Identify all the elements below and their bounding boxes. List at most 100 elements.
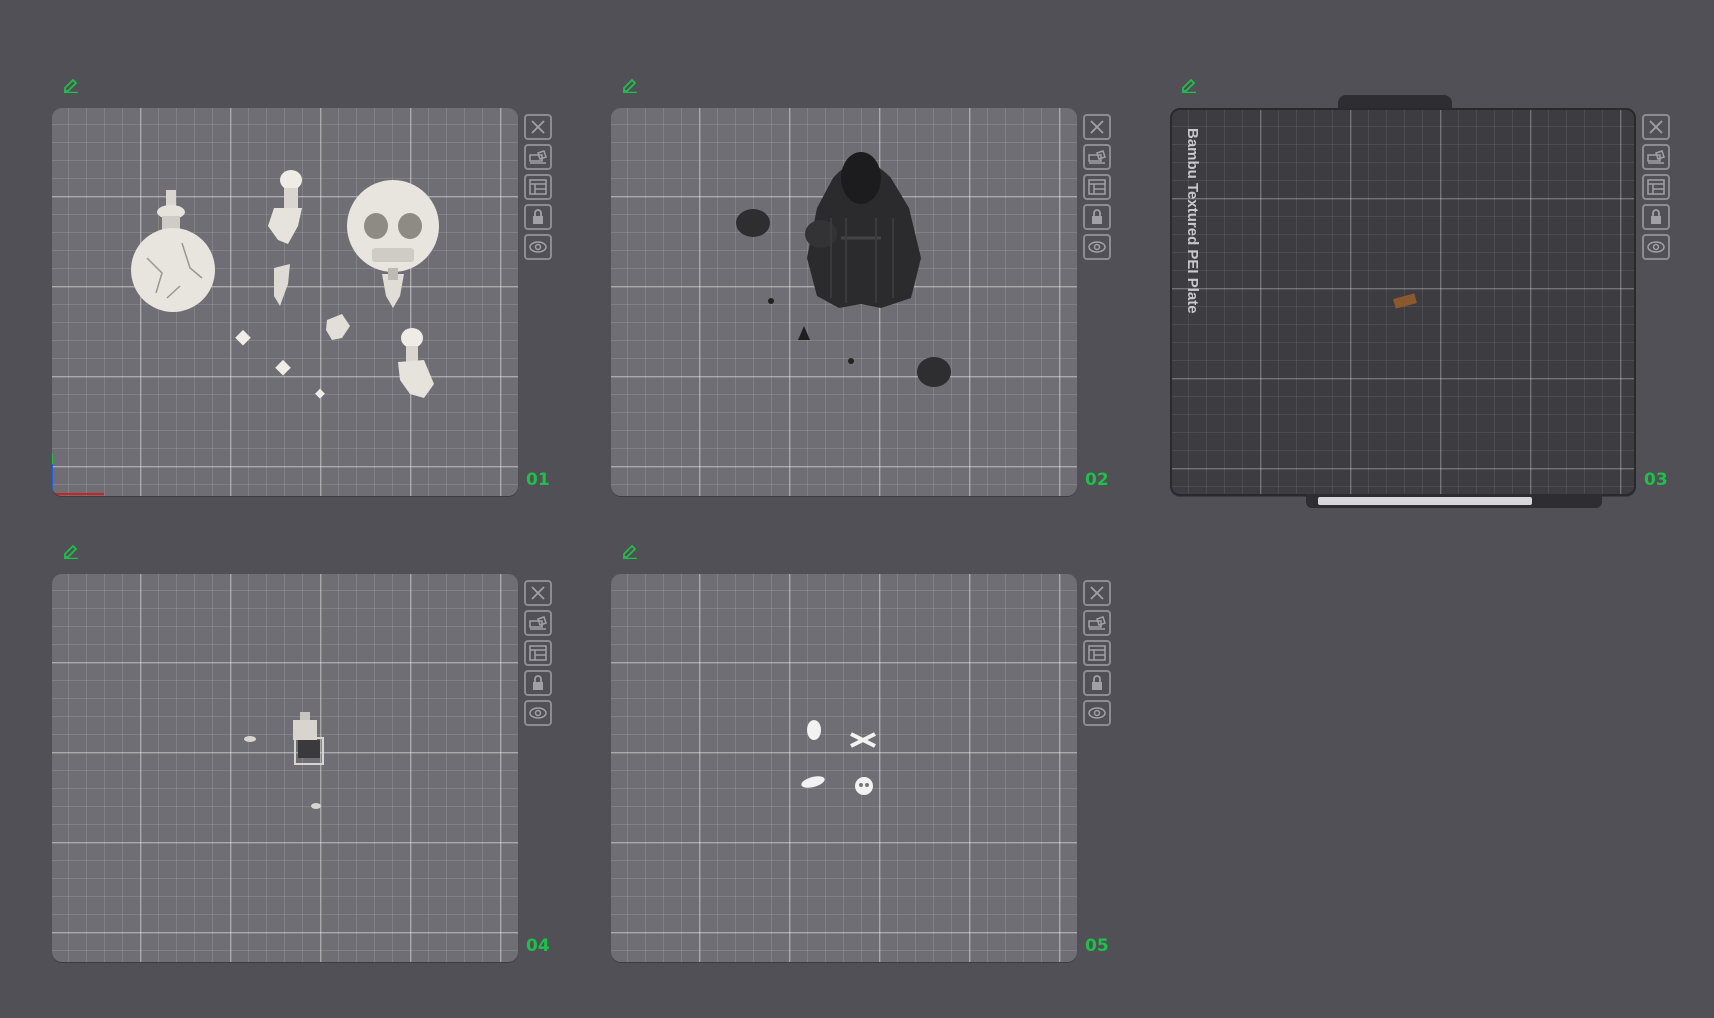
model-box[interactable] [293,712,324,765]
arrange-icon [529,645,547,661]
orient-icon [529,150,547,164]
lock-button[interactable] [524,670,552,696]
model-cuff-1[interactable] [736,209,770,237]
arrange-icon [529,179,547,195]
model-block[interactable] [1393,293,1417,309]
orient-button[interactable] [524,144,552,170]
close-icon [531,120,545,134]
pencil-icon[interactable] [621,77,639,93]
close-button[interactable] [524,580,552,606]
plate-number: 03 [1644,470,1668,490]
close-button[interactable] [1642,114,1670,140]
plate-objects [244,712,324,809]
model-peg-3[interactable] [315,388,325,399]
lock-button[interactable] [1642,204,1670,230]
orient-icon [1088,616,1106,630]
plate-number: 05 [1085,936,1109,956]
pencil-icon[interactable] [62,543,80,559]
eye-icon [1647,241,1665,253]
model-tip[interactable] [798,326,810,340]
lock-icon [533,675,543,690]
close-icon [1090,586,1104,600]
plate-handle [1338,95,1452,108]
plate-toolbar [1083,580,1113,726]
plate-toolbar [1642,114,1672,260]
model-mini-skull[interactable] [855,777,873,795]
arrange-button[interactable] [524,174,552,200]
arrange-button[interactable] [1642,174,1670,200]
eye-icon [1088,241,1106,253]
model-piece-1[interactable] [244,736,256,742]
plate-objects [1393,293,1417,309]
model-globe[interactable] [131,190,215,312]
build-plate[interactable] [52,574,518,962]
eye-icon [529,241,547,253]
arrange-button[interactable] [1083,174,1111,200]
arrange-icon [1088,645,1106,661]
plate-toolbar [524,580,554,726]
plate-objects [52,170,439,495]
plate-type-label: Bambu Textured PEI Plate [1184,128,1201,314]
model-skull[interactable] [347,180,439,308]
build-plate[interactable]: Bambu Textured PEI Plate [1170,108,1636,496]
eye-button[interactable] [524,234,552,260]
close-icon [1649,120,1663,134]
model-crossbones[interactable] [850,732,876,748]
model-arm-lower[interactable] [398,328,434,398]
pencil-icon[interactable] [1180,77,1198,93]
model-foot-small[interactable] [326,314,350,340]
orient-button[interactable] [1083,144,1111,170]
eye-button[interactable] [1642,234,1670,260]
orient-button[interactable] [1083,610,1111,636]
eye-button[interactable] [1083,234,1111,260]
eye-button[interactable] [1083,700,1111,726]
model-egg[interactable] [807,720,821,740]
build-plate[interactable] [611,574,1077,962]
model-arm-upper[interactable] [268,170,302,244]
model-hand-small[interactable] [274,264,290,306]
lock-icon [1092,209,1102,224]
close-button[interactable] [524,114,552,140]
model-cuff-2[interactable] [917,357,951,387]
arrange-button[interactable] [524,640,552,666]
lock-button[interactable] [1083,204,1111,230]
axis-gizmo [52,454,104,495]
orient-button[interactable] [524,610,552,636]
eye-icon [1088,707,1106,719]
eye-icon [529,707,547,719]
plate-number: 01 [526,470,550,490]
model-peg-1[interactable] [235,329,251,346]
build-plate[interactable] [611,108,1077,496]
orient-icon [529,616,547,630]
pencil-icon[interactable] [621,543,639,559]
plate-footer [1306,494,1602,508]
plate-number: 02 [1085,470,1109,490]
model-piece-2[interactable] [311,803,321,809]
close-button[interactable] [1083,580,1111,606]
arrange-icon [1647,179,1665,195]
arrange-button[interactable] [1083,640,1111,666]
lock-icon [533,209,543,224]
orient-button[interactable] [1642,144,1670,170]
orient-icon [1647,150,1665,164]
pencil-icon[interactable] [62,77,80,93]
lock-icon [1092,675,1102,690]
close-icon [1090,120,1104,134]
lock-icon [1651,209,1661,224]
model-bead-2[interactable] [848,358,854,364]
plate-number: 04 [526,936,550,956]
model-bone[interactable] [800,774,826,790]
arrange-icon [1088,179,1106,195]
build-plate[interactable] [52,108,518,496]
eye-button[interactable] [524,700,552,726]
close-button[interactable] [1083,114,1111,140]
orient-icon [1088,150,1106,164]
close-icon [531,586,545,600]
plate-toolbar [524,114,554,260]
lock-button[interactable] [524,204,552,230]
model-robe[interactable] [805,152,921,308]
model-peg-2[interactable] [275,359,291,376]
model-bead-1[interactable] [768,298,774,304]
lock-button[interactable] [1083,670,1111,696]
plate-objects [800,720,876,795]
